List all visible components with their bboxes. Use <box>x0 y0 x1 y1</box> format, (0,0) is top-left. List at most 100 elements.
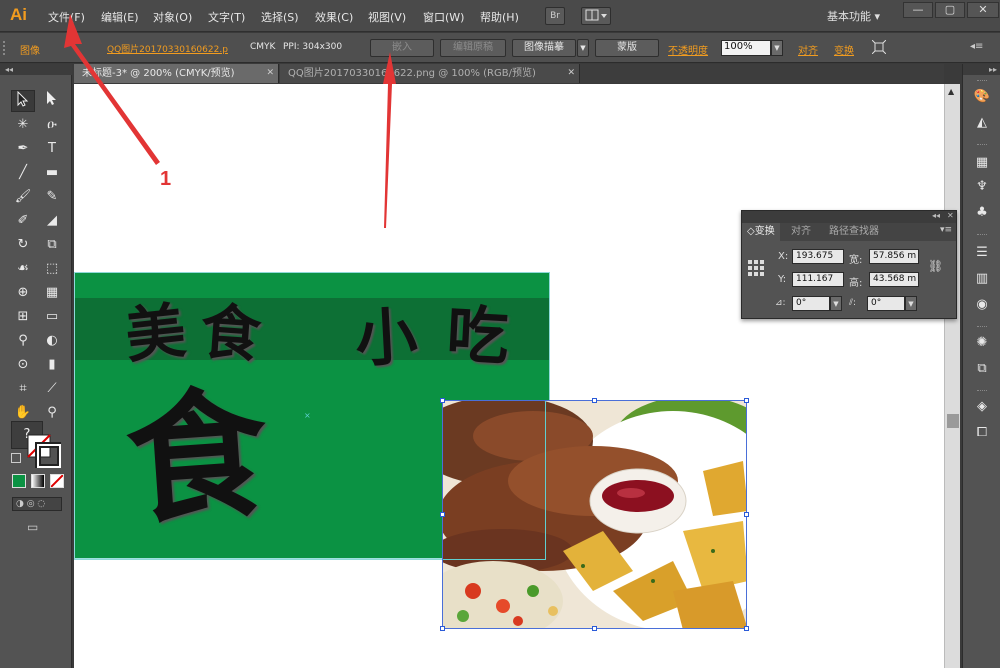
rectangle-tool-icon[interactable]: ▬ <box>40 162 64 184</box>
panel-menu-icon[interactable]: ◂≡ <box>970 41 983 52</box>
linked-file-link[interactable]: QQ图片20170330160622.p <box>107 42 228 55</box>
menu-file[interactable]: 文件(F) <box>48 9 85 25</box>
isolate-icon[interactable] <box>871 39 887 57</box>
line-segment-tool-icon[interactable]: ╱ <box>11 162 35 184</box>
maximize-button[interactable]: ▢ <box>935 2 965 18</box>
rotate-input[interactable]: 0° <box>792 296 830 311</box>
magic-wand-tool-icon[interactable]: ✳ <box>11 114 35 136</box>
blob-brush-tool-icon[interactable]: ✐ <box>11 210 35 232</box>
panel-menu-icon[interactable]: ▾≡ <box>940 225 952 235</box>
resize-handle-se[interactable] <box>744 626 749 631</box>
opacity-input[interactable]: 100% <box>721 40 771 56</box>
tab-transform[interactable]: ◇变换 <box>742 223 780 241</box>
menu-effect[interactable]: 效果(C) <box>315 9 353 25</box>
opacity-label[interactable]: 不透明度 <box>668 42 708 57</box>
color-guide-icon[interactable]: ◭ <box>970 112 994 134</box>
color-palette-icon[interactable]: 🎨 <box>970 86 994 108</box>
tab-qq-image[interactable]: QQ图片20170330160622.png @ 100% (RGB/预览) ✕ <box>280 64 580 83</box>
mask-button[interactable]: 蒙版 <box>595 39 659 57</box>
gradient-mode-icon[interactable] <box>31 474 45 488</box>
direct-selection-tool-icon[interactable] <box>40 90 64 112</box>
appearance-icon[interactable]: ✺ <box>970 332 994 354</box>
close-icon[interactable]: ✕ <box>947 211 954 220</box>
close-window-button[interactable]: ✕ <box>967 2 999 18</box>
menu-edit[interactable]: 编辑(E) <box>101 9 139 25</box>
image-trace-dropdown[interactable]: ▼ <box>577 39 589 57</box>
gradient-tool-icon[interactable]: ▭ <box>40 306 64 328</box>
slice-tool-icon[interactable]: ⟋ <box>40 378 64 400</box>
image-trace-button[interactable]: 图像描摹 <box>512 39 576 57</box>
close-icon[interactable]: ✕ <box>266 64 274 83</box>
embedded-food-image[interactable] <box>442 400 747 629</box>
paintbrush-tool-icon[interactable]: 🖌 <box>11 186 35 208</box>
lasso-tool-icon[interactable]: ዑ <box>40 114 64 136</box>
layers-icon[interactable]: ◈ <box>970 396 994 418</box>
dock-collapse-icon[interactable]: ▸▸ <box>963 64 1000 75</box>
drawing-mode-icons[interactable]: ◑ ◎ ◌ <box>12 497 62 511</box>
transparency-icon[interactable]: ◉ <box>970 294 994 316</box>
resize-handle-e[interactable] <box>744 512 749 517</box>
brushes-icon[interactable]: ♆ <box>970 176 994 198</box>
menu-window[interactable]: 窗口(W) <box>423 9 464 25</box>
resize-handle-ne[interactable] <box>744 398 749 403</box>
perspective-grid-tool-icon[interactable]: ▦ <box>40 282 64 304</box>
pen-tool-icon[interactable]: ✒ <box>11 138 35 160</box>
opacity-dropdown[interactable]: ▼ <box>771 40 783 56</box>
close-icon[interactable]: ✕ <box>567 64 575 83</box>
height-input[interactable]: 43.568 m <box>869 272 919 287</box>
fill-stroke-swatch[interactable] <box>27 434 63 470</box>
constrain-proportions-icon[interactable]: ⛓ <box>928 259 943 273</box>
gradient-panel-icon[interactable]: ▥ <box>970 268 994 290</box>
vertical-scrollbar[interactable]: ▲ <box>944 84 960 668</box>
align-label[interactable]: 对齐 <box>798 42 818 57</box>
free-transform-tool-icon[interactable]: ⬚ <box>40 258 64 280</box>
panel-titlebar[interactable]: ◂◂ ✕ <box>742 211 956 223</box>
type-tool-icon[interactable]: T <box>40 138 64 160</box>
workspace-switcher[interactable]: 基本功能 ▾ <box>827 8 880 24</box>
tab-untitled-3[interactable]: 未标题-3* @ 200% (CMYK/预览) ✕ <box>74 64 279 83</box>
menu-view[interactable]: 视图(V) <box>368 9 406 25</box>
canvas[interactable]: 美 食 小 吃 食 × <box>74 84 944 668</box>
resize-handle-w[interactable] <box>440 512 445 517</box>
panel-collapse-icon[interactable]: ◂◂ <box>0 64 72 75</box>
selection-tool-icon[interactable] <box>11 90 35 112</box>
shear-dropdown[interactable]: ▼ <box>905 296 917 311</box>
embed-button[interactable]: 嵌入 <box>370 39 434 57</box>
menu-help[interactable]: 帮助(H) <box>480 9 519 25</box>
color-mode-icon[interactable] <box>12 474 26 488</box>
grip-handle[interactable] <box>3 41 7 55</box>
resize-handle-nw[interactable] <box>440 398 445 403</box>
stroke-icon[interactable]: ☰ <box>970 242 994 264</box>
tab-pathfinder[interactable]: 路径查找器 <box>824 223 884 241</box>
rotate-tool-icon[interactable]: ↻ <box>11 234 35 256</box>
scrollbar-thumb[interactable] <box>947 414 959 428</box>
column-graph-tool-icon[interactable]: ▮ <box>40 354 64 376</box>
menu-select[interactable]: 选择(S) <box>261 9 299 25</box>
x-input[interactable]: 193.675 <box>792 249 844 264</box>
graphic-styles-icon[interactable]: ⧉ <box>970 358 994 380</box>
symbol-sprayer-tool-icon[interactable]: ⊙ <box>11 354 35 376</box>
resize-handle-s[interactable] <box>592 626 597 631</box>
mesh-tool-icon[interactable]: ⊞ <box>11 306 35 328</box>
default-colors-icon[interactable] <box>11 453 21 463</box>
none-mode-icon[interactable] <box>50 474 64 488</box>
zoom-tool-icon[interactable]: ⚲ <box>40 402 64 424</box>
reference-point-icon[interactable] <box>747 259 765 280</box>
screen-mode-icon[interactable]: ▭ <box>27 520 47 534</box>
eraser-tool-icon[interactable]: ◢ <box>40 210 64 232</box>
artboards-icon[interactable]: ⧠ <box>970 422 994 444</box>
arrange-documents-button[interactable] <box>581 7 611 25</box>
scroll-up-icon[interactable]: ▲ <box>948 87 954 96</box>
bridge-button[interactable]: Br <box>545 7 565 25</box>
menu-type[interactable]: 文字(T) <box>208 9 245 25</box>
shape-builder-tool-icon[interactable]: ⊕ <box>11 282 35 304</box>
swatches-icon[interactable]: ▦ <box>970 152 994 174</box>
blend-tool-icon[interactable]: ◐ <box>40 330 64 352</box>
collapse-icon[interactable]: ◂◂ <box>932 211 940 220</box>
edit-original-button[interactable]: 编辑原稿 <box>440 39 506 57</box>
shear-input[interactable]: 0° <box>867 296 905 311</box>
width-input[interactable]: 57.856 m <box>869 249 919 264</box>
artboard-tool-icon[interactable]: ⌗ <box>11 378 35 400</box>
y-input[interactable]: 111.167 <box>792 272 844 287</box>
eyedropper-tool-icon[interactable]: ⚲ <box>11 330 35 352</box>
